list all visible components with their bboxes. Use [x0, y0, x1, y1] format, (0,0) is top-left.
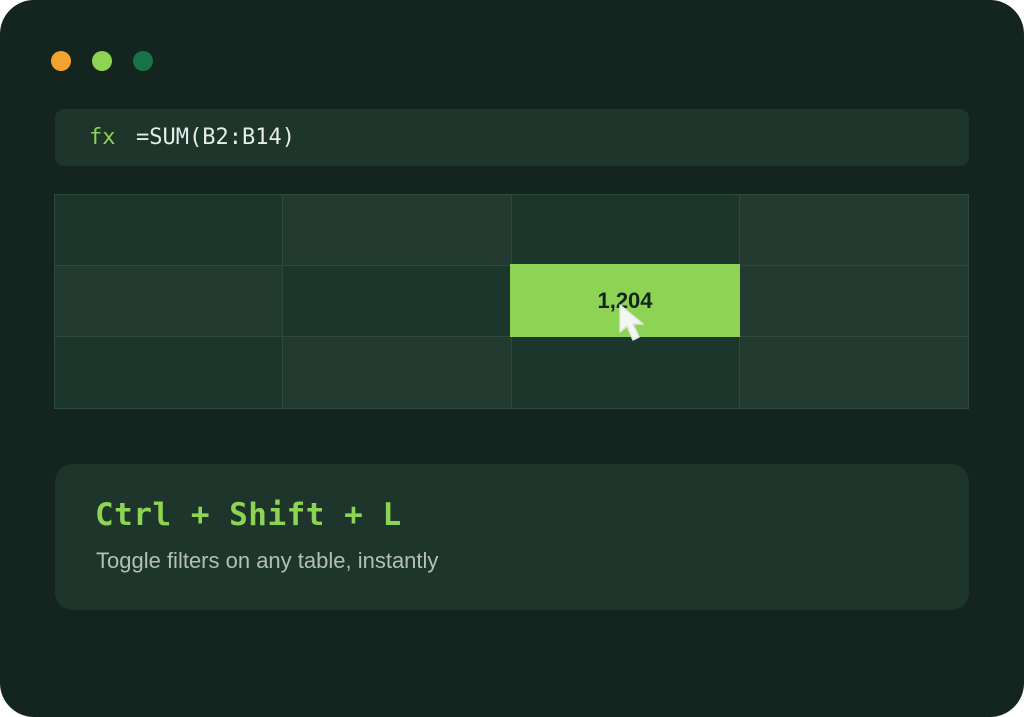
grid-cell[interactable]	[511, 195, 740, 266]
shortcut-description: Toggle filters on any table, instantly	[96, 548, 439, 573]
grid-cell[interactable]	[283, 337, 512, 408]
grid-cell[interactable]	[55, 266, 284, 337]
mouse-pointer-icon	[619, 304, 644, 341]
grid-cell[interactable]	[739, 337, 968, 408]
formula-text[interactable]: =SUM(B2:B14)	[136, 109, 295, 166]
fx-icon: fx	[89, 125, 116, 150]
shortcut-tip-card: Ctrl + Shift + L Toggle filters on any t…	[55, 464, 969, 610]
grid-cell[interactable]	[55, 195, 284, 266]
grid-cell[interactable]	[283, 266, 512, 337]
formula-bar[interactable]: fx =SUM(B2:B14)	[55, 109, 969, 166]
keyboard-shortcut: Ctrl + Shift + L	[95, 497, 402, 533]
app-window: fx =SUM(B2:B14) 1,204 Ctrl + Shift + L T…	[0, 0, 1024, 717]
grid-cell[interactable]	[283, 195, 512, 266]
grid-cell[interactable]	[511, 337, 740, 408]
grid-cell[interactable]	[739, 195, 968, 266]
grid-cell[interactable]	[55, 337, 284, 408]
traffic-light-green[interactable]	[133, 51, 153, 71]
traffic-light-orange[interactable]	[51, 51, 71, 71]
grid-cell[interactable]	[739, 266, 968, 337]
traffic-light-lime[interactable]	[92, 51, 112, 71]
